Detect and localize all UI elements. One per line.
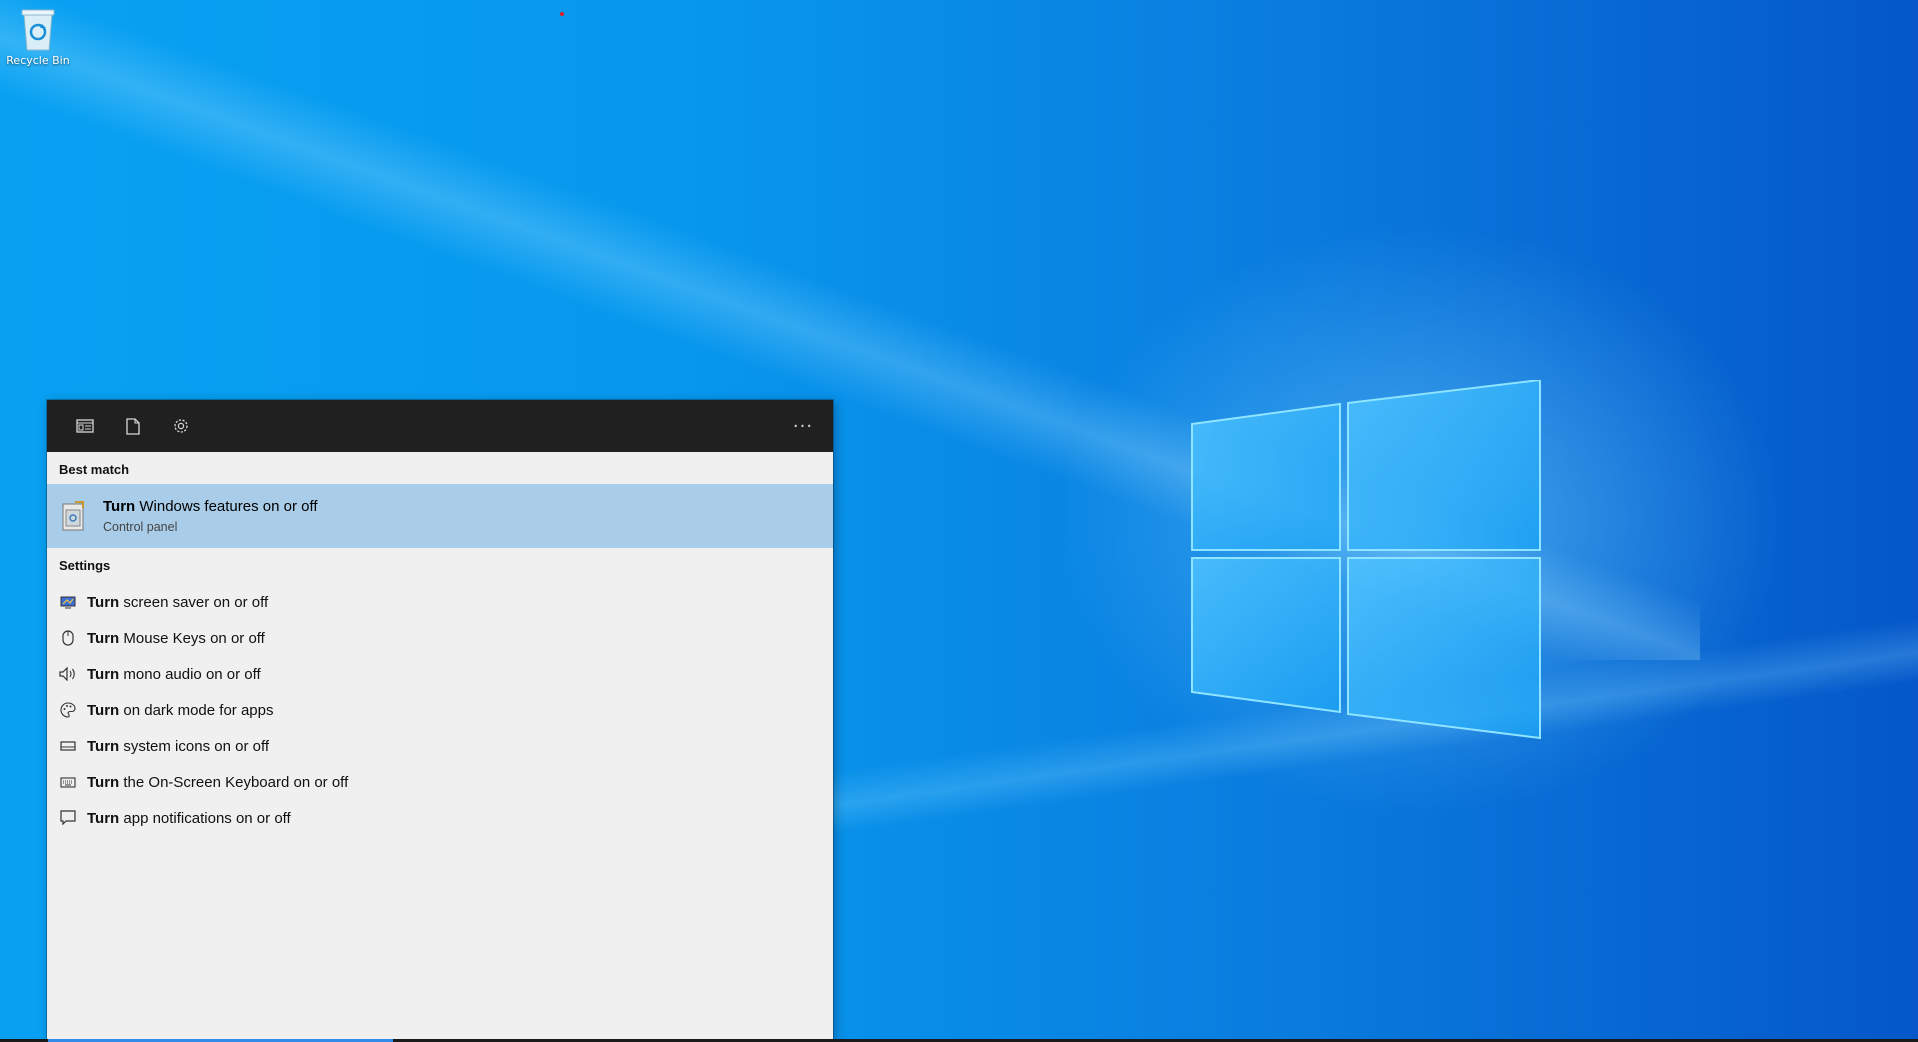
list-item-label: Turn screen saver on or off xyxy=(87,593,269,611)
speaker-icon xyxy=(59,665,77,683)
list-item[interactable]: Turn on dark mode for apps xyxy=(47,692,833,728)
list-item-label: Turn Mouse Keys on or off xyxy=(87,629,265,647)
settings-heading: Settings xyxy=(59,558,111,573)
red-dot-marker xyxy=(560,12,564,16)
recycle-bin-icon xyxy=(21,9,55,51)
desktop: Recycle Bin ··· Best match Turn Windows … xyxy=(0,0,1918,1042)
documents-scope-icon[interactable] xyxy=(109,400,157,452)
list-item[interactable]: Turn screen saver on or off xyxy=(47,584,833,620)
best-match-title: Turn Windows features on or off xyxy=(103,498,318,515)
best-match-subtitle: Control panel xyxy=(103,520,178,534)
list-item-label: Turn on dark mode for apps xyxy=(87,701,274,719)
list-item[interactable]: Turn Mouse Keys on or off xyxy=(47,620,833,656)
best-match-heading: Best match xyxy=(59,462,130,477)
search-scope-toolbar: ··· xyxy=(47,400,833,452)
list-item[interactable]: Turn mono audio on or off xyxy=(47,656,833,692)
list-item-label: Turn mono audio on or off xyxy=(87,665,261,683)
list-item[interactable]: Turn system icons on or off xyxy=(47,728,833,764)
windows-logo-wallpaper xyxy=(1191,380,1541,740)
apps-scope-icon[interactable] xyxy=(61,400,109,452)
list-item-label: Turn app notifications on or off xyxy=(87,809,291,827)
keyboard-icon xyxy=(59,773,77,791)
recycle-bin-label: Recycle Bin xyxy=(6,54,70,67)
list-item[interactable]: Turn app notifications on or off xyxy=(47,800,833,836)
recycle-bin-shortcut[interactable]: Recycle Bin xyxy=(4,6,72,67)
taskbar-icon xyxy=(59,737,77,755)
list-item-label: Turn system icons on or off xyxy=(87,737,270,755)
settings-scope-icon[interactable] xyxy=(157,400,205,452)
settings-results-list: Turn screen saver on or off Turn Mouse K… xyxy=(47,580,833,836)
search-results-panel: ··· Best match Turn Windows features on … xyxy=(47,400,833,1042)
list-item-label: Turn the On-Screen Keyboard on or off xyxy=(87,773,349,791)
list-item[interactable]: Turn the On-Screen Keyboard on or off xyxy=(47,764,833,800)
notification-icon xyxy=(59,809,77,827)
mouse-icon xyxy=(59,629,77,647)
more-options-button[interactable]: ··· xyxy=(783,400,823,452)
windows-features-icon xyxy=(62,501,84,531)
screen-saver-icon xyxy=(59,593,77,611)
best-match-result[interactable]: Turn Windows features on or off Control … xyxy=(47,484,833,548)
palette-icon xyxy=(59,701,77,719)
